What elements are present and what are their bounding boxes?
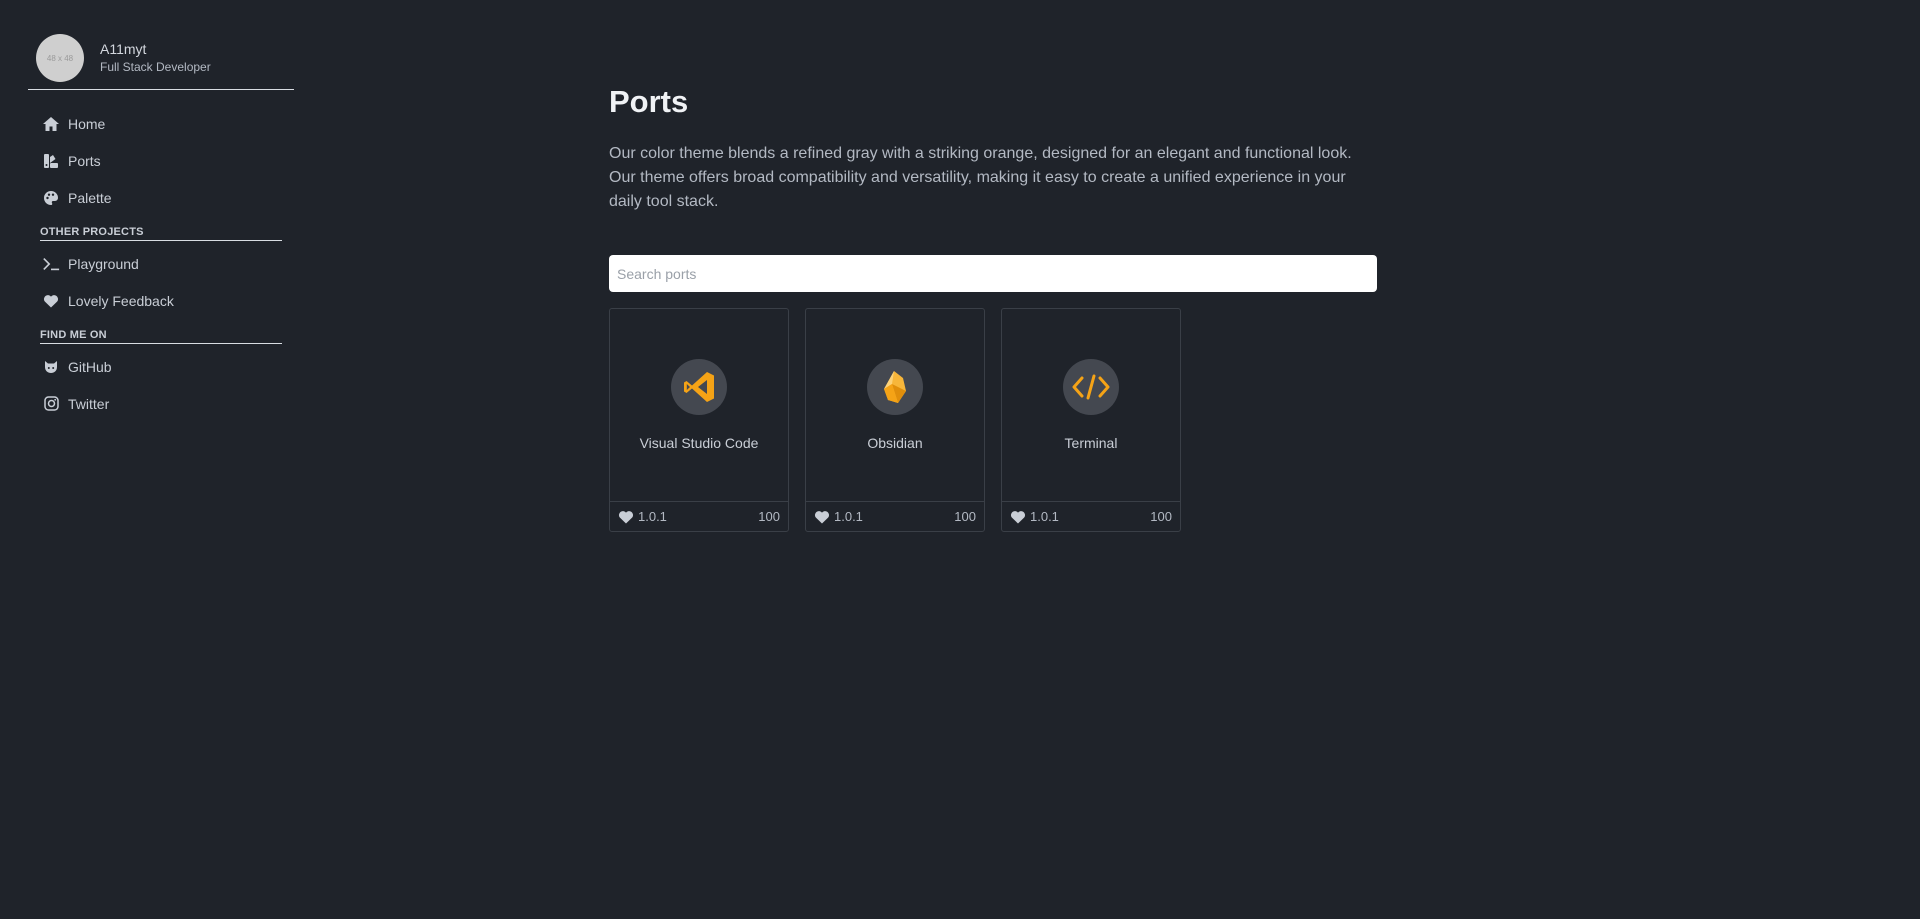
like-count: 100 bbox=[758, 509, 780, 524]
nav-label-ports: Ports bbox=[68, 152, 101, 169]
avatar: 48 x 48 bbox=[36, 34, 84, 82]
page-title: Ports bbox=[609, 84, 689, 119]
ports-grid: Visual Studio Code 1.0.1 100 Obsidian 1.… bbox=[609, 308, 1377, 532]
nav-item-palette[interactable]: Palette bbox=[28, 179, 294, 216]
nav-item-lovely-feedback[interactable]: Lovely Feedback bbox=[28, 282, 294, 319]
nav-label-playground: Playground bbox=[68, 255, 139, 272]
port-card-obsidian[interactable]: Obsidian 1.0.1 100 bbox=[805, 308, 985, 532]
section-title-other-projects: OTHER PROJECTS bbox=[40, 226, 282, 241]
obsidian-icon bbox=[867, 359, 923, 415]
vscode-icon bbox=[671, 359, 727, 415]
swatchbook-icon bbox=[42, 152, 60, 170]
port-name: Obsidian bbox=[867, 435, 923, 451]
nav-label-home: Home bbox=[68, 115, 106, 132]
palette-icon bbox=[42, 189, 60, 207]
port-version: 1.0.1 bbox=[638, 509, 667, 524]
heart-icon bbox=[618, 510, 634, 523]
sidebar: 48 x 48 A11myt Full Stack Developer Home… bbox=[28, 34, 294, 422]
heart-icon bbox=[1010, 510, 1026, 523]
port-card-vscode[interactable]: Visual Studio Code 1.0.1 100 bbox=[609, 308, 789, 532]
search-input[interactable] bbox=[609, 255, 1377, 292]
heart-icon bbox=[814, 510, 830, 523]
profile-text: A11myt Full Stack Developer bbox=[100, 41, 211, 76]
main-content: Ports Our color theme blends a refined g… bbox=[609, 84, 1377, 532]
like-count: 100 bbox=[954, 509, 976, 524]
like-group[interactable]: 1.0.1 bbox=[814, 509, 863, 524]
port-name: Visual Studio Code bbox=[639, 435, 759, 451]
like-group[interactable]: 1.0.1 bbox=[618, 509, 667, 524]
card-body: Terminal bbox=[1002, 309, 1180, 501]
card-footer: 1.0.1 100 bbox=[806, 501, 984, 531]
section-title-find-me-on: FIND ME ON bbox=[40, 329, 282, 344]
like-group[interactable]: 1.0.1 bbox=[1010, 509, 1059, 524]
port-version: 1.0.1 bbox=[834, 509, 863, 524]
nav-item-twitter[interactable]: Twitter bbox=[28, 385, 294, 422]
card-footer: 1.0.1 100 bbox=[1002, 501, 1180, 531]
code-icon bbox=[1063, 359, 1119, 415]
nav-item-ports[interactable]: Ports bbox=[28, 142, 294, 179]
port-version: 1.0.1 bbox=[1030, 509, 1059, 524]
main-nav: Home Ports Palette OTHER PROJECTS Playgr… bbox=[28, 105, 294, 422]
page-description: Our color theme blends a refined gray wi… bbox=[609, 145, 1352, 210]
nav-label-twitter: Twitter bbox=[68, 395, 110, 412]
nav-label-palette: Palette bbox=[68, 189, 112, 206]
card-body: Visual Studio Code bbox=[610, 309, 788, 501]
nav-label-lovely-feedback: Lovely Feedback bbox=[68, 292, 174, 309]
nav-item-home[interactable]: Home bbox=[28, 105, 294, 142]
nav-label-github: GitHub bbox=[68, 358, 112, 375]
terminal-prompt-icon bbox=[42, 255, 60, 273]
port-card-terminal[interactable]: Terminal 1.0.1 100 bbox=[1001, 308, 1181, 532]
card-body: Obsidian bbox=[806, 309, 984, 501]
card-footer: 1.0.1 100 bbox=[610, 501, 788, 531]
home-icon bbox=[42, 115, 60, 133]
port-name: Terminal bbox=[1064, 435, 1118, 451]
profile-role: Full Stack Developer bbox=[100, 59, 211, 74]
like-count: 100 bbox=[1150, 509, 1172, 524]
heart-icon bbox=[42, 292, 60, 310]
profile-name: A11myt bbox=[100, 40, 147, 57]
nav-item-github[interactable]: GitHub bbox=[28, 348, 294, 385]
instagram-icon bbox=[42, 395, 60, 413]
github-icon bbox=[42, 358, 60, 376]
profile-header: 48 x 48 A11myt Full Stack Developer bbox=[28, 34, 294, 90]
nav-item-playground[interactable]: Playground bbox=[28, 245, 294, 282]
